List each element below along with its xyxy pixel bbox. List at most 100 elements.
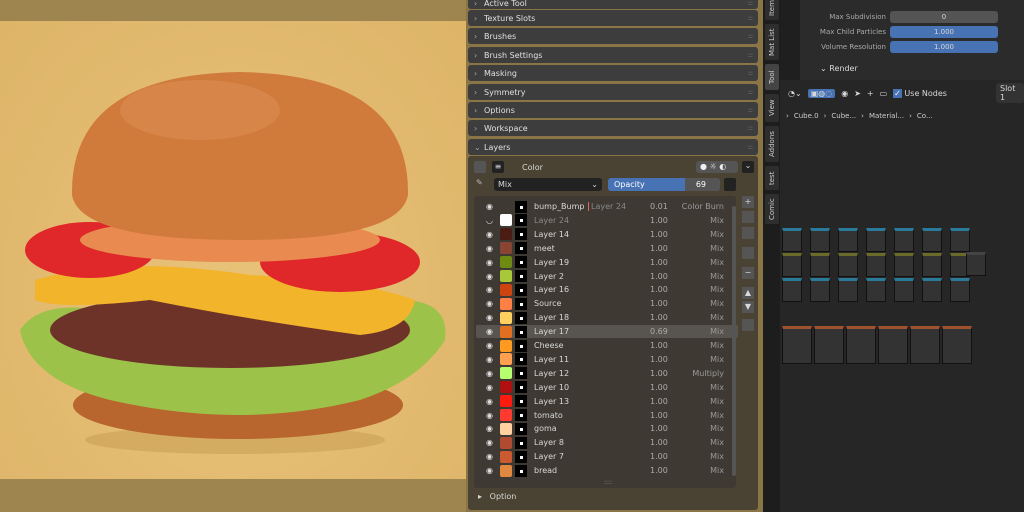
panel-texture-slots[interactable]: ›Texture Slots:::: — [468, 10, 758, 26]
layer-row[interactable]: ◉meet1.00Mix — [476, 242, 738, 255]
layer-row[interactable]: ◉Source1.00Mix — [476, 297, 738, 310]
color-swatch[interactable] — [500, 423, 512, 435]
layer-row[interactable]: ◉Layer 101.00Mix — [476, 381, 738, 394]
shader-node[interactable] — [894, 253, 914, 277]
panel-brush-settings[interactable]: ›Brush Settings:::: — [468, 47, 758, 63]
grip-icon[interactable]: :::: — [748, 0, 752, 8]
layer-row[interactable]: ◉Layer 121.00Multiply — [476, 367, 738, 380]
layer-row[interactable]: ◉goma1.00Mix — [476, 422, 738, 435]
eye-icon[interactable]: ◉ — [486, 299, 493, 308]
color-swatch[interactable] — [500, 228, 512, 240]
eye-icon[interactable]: ◉ — [486, 424, 493, 433]
color-swatch[interactable] — [500, 298, 512, 310]
grip-icon[interactable]: :::: — [748, 89, 752, 96]
color-swatch[interactable] — [500, 465, 512, 477]
grip-icon[interactable]: :::: — [748, 144, 752, 151]
color-swatch[interactable] — [500, 214, 512, 226]
eye-icon[interactable]: ◉ — [486, 202, 493, 211]
volume-resolution-field[interactable]: 1.000 — [890, 41, 998, 53]
shader-node[interactable] — [866, 253, 886, 277]
shader-node[interactable] — [922, 228, 942, 252]
duplicate-icon[interactable] — [742, 247, 754, 259]
color-swatch[interactable] — [500, 284, 512, 296]
menu-icon[interactable]: ≡ — [492, 161, 504, 173]
cursor-icon[interactable]: ➤ — [854, 89, 861, 98]
object-shader-icon[interactable]: ▣◍◌ — [808, 89, 836, 98]
color-swatch[interactable] — [500, 312, 512, 324]
crumb-node[interactable]: Co... — [917, 112, 933, 120]
layer-row[interactable]: ◡Layer 241.00Mix — [476, 214, 738, 227]
grip-icon[interactable]: :::: — [748, 107, 752, 114]
shader-node[interactable] — [810, 278, 830, 302]
editor-type-icon[interactable]: ◔⌄ — [788, 89, 802, 98]
panel-active-tool[interactable]: ›Active Tool:::: — [468, 0, 758, 9]
move-down-icon[interactable]: ▼ — [742, 301, 754, 313]
shader-node[interactable] — [950, 228, 970, 252]
archive-icon[interactable] — [474, 161, 486, 173]
shader-node[interactable] — [838, 253, 858, 277]
layer-row[interactable]: ◉tomato1.00Mix — [476, 409, 738, 422]
eye-icon[interactable]: ◉ — [486, 383, 493, 392]
shader-node[interactable] — [838, 228, 858, 252]
shader-node[interactable] — [782, 278, 802, 302]
eye-icon[interactable]: ◉ — [486, 313, 493, 322]
shader-node[interactable] — [866, 278, 886, 302]
dropdown-chevron-icon[interactable]: ⌄ — [742, 161, 754, 173]
add-icon[interactable]: + — [742, 196, 754, 208]
texture-node[interactable] — [878, 326, 908, 364]
shader-node[interactable] — [950, 278, 970, 302]
color-swatch[interactable] — [500, 437, 512, 449]
crumb-mesh[interactable]: Cube... — [831, 112, 856, 120]
resize-grip-icon[interactable]: :::: — [604, 479, 612, 486]
texture-node[interactable] — [782, 326, 812, 364]
eye-icon[interactable]: ◉ — [486, 341, 493, 350]
eye-icon[interactable]: ◉ — [841, 89, 848, 98]
eye-icon[interactable]: ◉ — [486, 438, 493, 447]
tab-view[interactable]: View — [765, 94, 779, 122]
image-icon[interactable] — [742, 227, 754, 239]
layer-row[interactable]: ◉Layer 161.00Mix — [476, 283, 738, 296]
tab-comic[interactable]: Comic — [765, 194, 779, 224]
new-layer-icon[interactable] — [724, 178, 736, 191]
shader-node[interactable] — [922, 278, 942, 302]
color-swatch[interactable] — [500, 381, 512, 393]
fill-icon[interactable] — [742, 211, 754, 223]
texture-node[interactable] — [910, 326, 940, 364]
layer-row[interactable]: ◉Layer 21.00Mix — [476, 270, 738, 283]
tab-mat-list[interactable]: Mat List — [765, 24, 779, 60]
3d-viewport[interactable] — [0, 0, 466, 512]
color-swatch[interactable] — [500, 367, 512, 379]
panel-options[interactable]: ›Options:::: — [468, 102, 758, 118]
color-swatch[interactable] — [500, 353, 512, 365]
panel-brushes[interactable]: ›Brushes:::: — [468, 28, 758, 44]
color-swatch[interactable] — [500, 340, 512, 352]
scrollbar[interactable] — [732, 206, 736, 476]
node-graph[interactable] — [780, 200, 1024, 380]
layer-row[interactable]: ◉Layer 81.00Mix — [476, 436, 738, 449]
color-swatch[interactable] — [500, 326, 512, 338]
layer-row[interactable]: ◉bump_BumpLayer 240.01Color Burn — [476, 200, 738, 213]
slot-select[interactable]: Slot 1 — [996, 83, 1024, 103]
option-subpanel[interactable]: ▸ Option — [478, 492, 516, 501]
layer-row[interactable]: ◉Layer 170.69Mix — [476, 325, 738, 338]
merge-icon[interactable] — [742, 319, 754, 331]
tab-item[interactable]: Item — [765, 0, 779, 20]
eye-icon[interactable]: ◉ — [486, 411, 493, 420]
shader-node[interactable] — [894, 278, 914, 302]
output-node[interactable] — [966, 252, 986, 276]
eye-icon[interactable]: ◉ — [486, 452, 493, 461]
grip-icon[interactable]: :::: — [748, 125, 752, 132]
shader-node[interactable] — [810, 253, 830, 277]
color-swatch[interactable] — [500, 395, 512, 407]
color-swatch[interactable] — [500, 242, 512, 254]
shading-buttons[interactable]: ● ☼ ◐ — [696, 161, 738, 173]
max-subdivision-field[interactable]: 0 — [890, 11, 998, 23]
render-section[interactable]: ⌄ Render — [820, 64, 858, 73]
layer-row[interactable]: ◉Layer 141.00Mix — [476, 228, 738, 241]
shader-node[interactable] — [866, 228, 886, 252]
eye-icon[interactable]: ◉ — [486, 397, 493, 406]
use-nodes-checkbox[interactable]: ✓ Use Nodes — [893, 89, 947, 98]
grip-icon[interactable]: :::: — [748, 70, 752, 77]
max-child-particles-field[interactable]: 1.000 — [890, 26, 998, 38]
texture-node[interactable] — [942, 326, 972, 364]
